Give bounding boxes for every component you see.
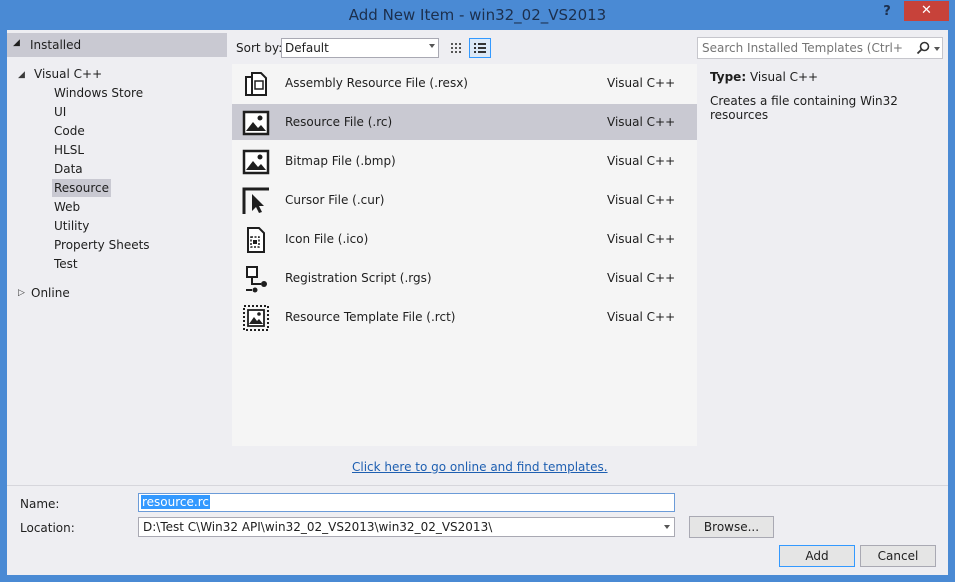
sort-by-dropdown[interactable]: Default xyxy=(281,38,439,58)
template-language: Visual C++ xyxy=(607,154,676,168)
template-language: Visual C++ xyxy=(607,271,676,285)
template-language: Visual C++ xyxy=(607,232,676,246)
resx-file-icon xyxy=(245,72,267,96)
template-details: Type: Visual C++ Creates a file containi… xyxy=(710,70,945,122)
name-label: Name: xyxy=(20,497,60,511)
template-row-cur[interactable]: Cursor File (.cur) Visual C++ xyxy=(232,182,697,218)
tree-item-visual-cpp[interactable]: Visual C++ xyxy=(34,65,102,83)
window-title: Add New Item - win32_02_VS2013 xyxy=(348,6,607,24)
browse-button[interactable]: Browse... xyxy=(689,516,774,538)
tree-item-utility[interactable]: Utility xyxy=(52,217,91,235)
collapsed-arrow-icon[interactable]: ▷ xyxy=(18,288,25,298)
template-language: Visual C++ xyxy=(607,76,676,90)
location-value: D:\Test C\Win32 API\win32_02_VS2013\win3… xyxy=(143,520,493,534)
template-name: Icon File (.ico) xyxy=(285,232,369,246)
template-description: Creates a file containing Win32 resource… xyxy=(710,94,898,122)
help-button[interactable]: ? xyxy=(876,2,898,22)
cancel-button[interactable]: Cancel xyxy=(860,545,936,567)
tree-item-code[interactable]: Code xyxy=(52,122,87,140)
list-view-icon xyxy=(474,43,486,53)
small-icons-view-button[interactable] xyxy=(469,38,491,58)
chevron-down-icon[interactable] xyxy=(934,47,940,51)
template-name: Resource Template File (.rct) xyxy=(285,310,456,324)
template-language: Visual C++ xyxy=(607,193,676,207)
add-button[interactable]: Add xyxy=(779,545,855,567)
tree-item-web[interactable]: Web xyxy=(52,198,82,216)
resource-template-icon xyxy=(243,305,269,331)
file-form: Name: resource.rc Location: D:\Test C\Wi… xyxy=(7,485,948,575)
type-value: Visual C++ xyxy=(749,70,819,84)
category-tree: ◢ Installed ◢ Visual C++ Windows Store U… xyxy=(7,30,227,448)
template-name: Assembly Resource File (.resx) xyxy=(285,76,468,90)
template-language: Visual C++ xyxy=(607,115,676,129)
type-label: Type: xyxy=(710,70,747,84)
cursor-icon xyxy=(242,187,269,214)
location-label: Location: xyxy=(20,521,75,535)
tree-item-hlsl[interactable]: HLSL xyxy=(52,141,86,159)
sort-by-value: Default xyxy=(285,41,329,55)
medium-icons-view-button[interactable] xyxy=(445,38,467,58)
bitmap-icon xyxy=(242,149,270,175)
icon-file-icon xyxy=(247,227,265,253)
template-row-rgs[interactable]: Registration Script (.rgs) Visual C++ xyxy=(232,260,697,296)
grid-view-icon xyxy=(451,43,461,53)
sort-by-label: Sort by: xyxy=(236,41,283,55)
template-row-resx[interactable]: Assembly Resource File (.resx) Visual C+… xyxy=(232,65,697,101)
tree-item-test[interactable]: Test xyxy=(52,255,80,273)
find-templates-online-link[interactable]: Click here to go online and find templat… xyxy=(352,460,608,474)
name-field[interactable]: resource.rc xyxy=(138,493,675,512)
chevron-down-icon xyxy=(429,44,435,48)
template-row-rc[interactable]: Resource File (.rc) Visual C++ xyxy=(232,104,697,140)
tree-item-installed[interactable]: ◢ Installed xyxy=(7,33,227,57)
title-bar: Add New Item - win32_02_VS2013 ? ✕ xyxy=(0,0,955,30)
image-file-icon xyxy=(242,110,270,136)
template-type: Type: Visual C++ xyxy=(710,70,945,84)
expanded-arrow-icon[interactable]: ◢ xyxy=(18,70,25,80)
tree-item-windows-store[interactable]: Windows Store xyxy=(52,84,145,102)
dialog-body: ◢ Installed ◢ Visual C++ Windows Store U… xyxy=(7,30,948,575)
template-list: Assembly Resource File (.resx) Visual C+… xyxy=(232,64,697,446)
template-name: Registration Script (.rgs) xyxy=(285,271,432,285)
close-button[interactable]: ✕ xyxy=(904,1,949,21)
search-templates-box[interactable] xyxy=(697,37,943,59)
location-dropdown[interactable]: D:\Test C\Win32 API\win32_02_VS2013\win3… xyxy=(138,517,675,537)
expanded-arrow-icon[interactable]: ◢ xyxy=(13,38,20,48)
template-name: Bitmap File (.bmp) xyxy=(285,154,396,168)
tree-item-property-sheets[interactable]: Property Sheets xyxy=(52,236,152,254)
tree-item-resource[interactable]: Resource xyxy=(52,179,112,197)
tree-item-label: Installed xyxy=(30,38,82,52)
template-name: Resource File (.rc) xyxy=(285,115,393,129)
tree-item-online[interactable]: Online xyxy=(31,284,70,302)
template-row-bmp[interactable]: Bitmap File (.bmp) Visual C++ xyxy=(232,143,697,179)
template-name: Cursor File (.cur) xyxy=(285,193,385,207)
tree-item-data[interactable]: Data xyxy=(52,160,85,178)
search-icon[interactable] xyxy=(915,40,931,56)
template-row-ico[interactable]: Icon File (.ico) Visual C++ xyxy=(232,221,697,257)
tree-item-ui[interactable]: UI xyxy=(52,103,68,121)
template-language: Visual C++ xyxy=(607,310,676,324)
chevron-down-icon[interactable] xyxy=(664,525,670,529)
search-input[interactable] xyxy=(702,41,902,55)
name-value: resource.rc xyxy=(141,495,210,509)
template-row-rct[interactable]: Resource Template File (.rct) Visual C++ xyxy=(232,299,697,335)
registration-script-icon xyxy=(246,266,267,293)
